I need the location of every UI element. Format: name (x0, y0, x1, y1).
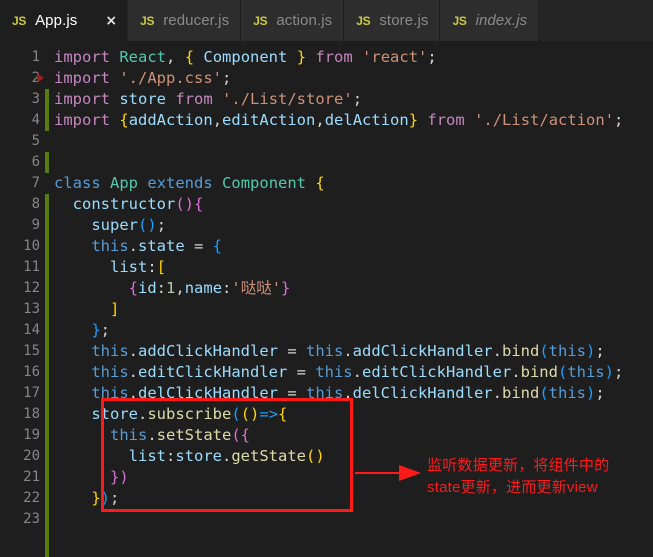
line-number: 18 (23, 406, 40, 422)
line-number: 4 (31, 112, 40, 128)
code-line-9: super(); (91, 216, 167, 234)
line-number: 12 (23, 280, 40, 296)
code-line-10: this.state = { (54, 237, 223, 255)
change-bar (45, 152, 49, 173)
tab-label: store.js (379, 12, 429, 29)
tab-label: App.js (35, 12, 78, 29)
line-number: 2 (31, 70, 40, 86)
tab-app-js[interactable]: JS App.js × (0, 0, 129, 41)
js-file-icon: JS (452, 13, 467, 28)
code-line-11: list:[ (110, 258, 167, 276)
line-number: 10 (23, 238, 40, 254)
code-line-18: store.subscribe(()=>{ (91, 405, 288, 423)
editor-tab-bar: JS App.js × JS reducer.js JS action.js J… (0, 0, 653, 41)
change-bar (45, 89, 49, 131)
tab-reducer-js[interactable]: JS reducer.js (128, 0, 242, 41)
tab-label: index.js (475, 12, 528, 29)
code-line-12: {id:1,name:'哒哒'} (128, 279, 291, 297)
vscode-editor-window: JS App.js × JS reducer.js JS action.js J… (0, 0, 653, 557)
code-line-21: }) (110, 468, 129, 486)
line-number: 16 (23, 364, 40, 380)
line-number: 6 (31, 154, 40, 170)
line-number: 19 (23, 427, 40, 443)
change-bar (45, 194, 49, 557)
line-number: 13 (23, 301, 40, 317)
line-number: 15 (23, 343, 40, 359)
code-line-8: constructor(){ (72, 195, 204, 213)
line-number: 17 (23, 385, 40, 401)
js-file-icon: JS (12, 13, 27, 28)
code-line-2: import './App.css'; (54, 69, 232, 87)
code-line-15: this.addClickHandler = this.addClickHand… (54, 342, 605, 360)
code-line-19: this.setState({ (54, 426, 251, 444)
tab-store-js[interactable]: JS store.js (344, 0, 441, 41)
code-line-17: this.delClickHandler = this.delClickHand… (54, 384, 605, 402)
line-number: 14 (23, 322, 40, 338)
line-number: 21 (23, 469, 40, 485)
line-number: 5 (31, 133, 40, 149)
code-editor[interactable]: 1 2 3 4 5 6 7 8 9 10 11 12 13 14 15 16 1… (0, 41, 653, 557)
js-file-icon: JS (356, 13, 371, 28)
tab-index-js[interactable]: JS index.js (440, 0, 540, 41)
code-line-4: import {addAction,editAction,delAction} … (54, 111, 624, 129)
code-line-16: this.editClickHandler = this.editClickHa… (54, 363, 624, 381)
tab-label: action.js (276, 12, 333, 29)
js-file-icon: JS (140, 13, 155, 28)
line-number: 20 (23, 448, 40, 464)
editor-gutter[interactable]: 1 2 3 4 5 6 7 8 9 10 11 12 13 14 15 16 1… (0, 41, 50, 557)
code-line-3: import store from './List/store'; (54, 90, 363, 108)
tab-label: reducer.js (163, 12, 230, 29)
code-line-13: ] (110, 300, 120, 318)
code-line-14: }; (91, 321, 111, 339)
close-icon[interactable]: × (105, 14, 117, 28)
line-number: 8 (31, 196, 40, 212)
breakpoint-marker-icon[interactable] (37, 73, 44, 83)
line-number: 23 (23, 511, 40, 527)
code-line-20: list:store.getState() (128, 447, 325, 465)
code-line-1: import React, { Component } from 'react'… (54, 48, 437, 66)
line-number: 1 (31, 49, 40, 65)
js-file-icon: JS (253, 13, 268, 28)
line-number: 9 (31, 217, 40, 233)
code-line-22: }); (91, 489, 120, 507)
tab-action-js[interactable]: JS action.js (241, 0, 345, 41)
line-number: 3 (31, 91, 40, 107)
line-number: 7 (31, 175, 40, 191)
line-number: 11 (23, 259, 40, 275)
line-number: 22 (23, 490, 40, 506)
code-line-7: class App extends Component { (54, 174, 325, 192)
annotation-text: 监听数据更新，将组件中的 state更新，进而更新view (427, 457, 610, 496)
